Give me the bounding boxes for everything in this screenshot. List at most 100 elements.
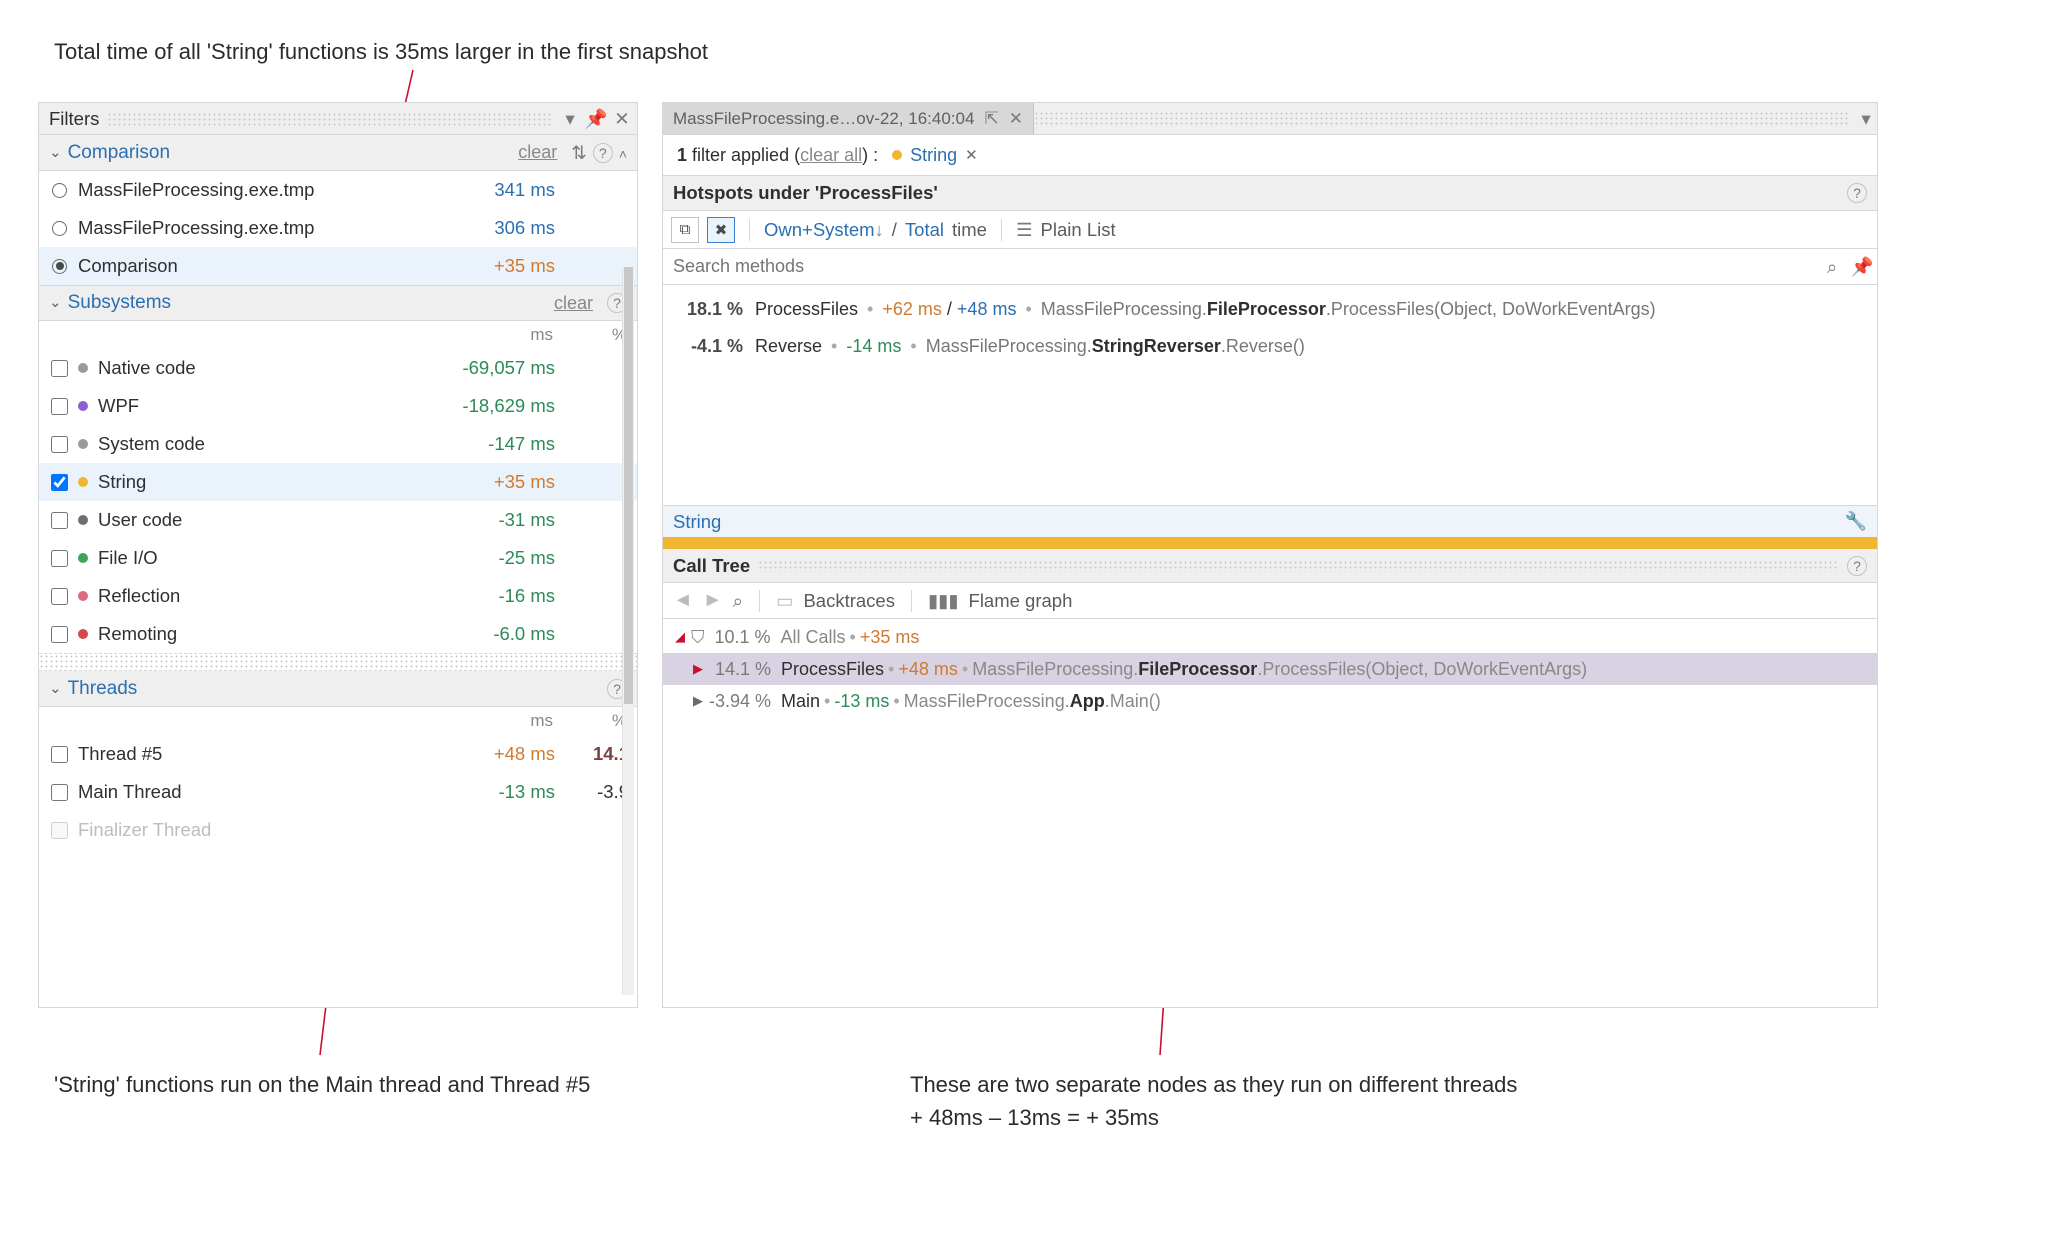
clear-all-link[interactable]: clear all	[800, 145, 862, 165]
tab-label: MassFileProcessing.e…ov-22, 16:40:04	[673, 109, 974, 129]
subsystem-color-dot	[78, 515, 88, 525]
subsystems-clear-link[interactable]: clear	[554, 293, 593, 314]
thread-value: -13 ms	[427, 781, 577, 803]
collapse-icon[interactable]: ◢	[673, 629, 687, 645]
subsystem-row[interactable]: WPF-18,629 ms	[39, 387, 637, 425]
pin-icon[interactable]: ⇱	[984, 109, 998, 129]
comparison-row[interactable]: MassFileProcessing.exe.tmp341 ms	[39, 171, 637, 209]
flame-graph-button[interactable]: Flame graph	[969, 590, 1073, 612]
subsystem-value: -16 ms	[427, 585, 577, 607]
backtraces-button[interactable]: Backtraces	[803, 590, 895, 612]
thread-value: +48 ms	[427, 743, 577, 765]
close-icon[interactable]: ✕	[613, 110, 631, 128]
subsystem-row[interactable]: Reflection-16 ms	[39, 577, 637, 615]
call-tree-row[interactable]: ▶-3.94 %Main • -13 ms • MassFileProcessi…	[663, 685, 1877, 717]
annotation-bottom-right: These are two separate nodes as they run…	[910, 1068, 1517, 1134]
scroll-up-icon[interactable]	[619, 142, 627, 164]
settings-icon[interactable]: 🔧	[1845, 511, 1867, 532]
method-row[interactable]: -4.1 %Reverse • -14 ms • MassFileProcess…	[663, 328, 1877, 365]
radio-button[interactable]	[52, 183, 67, 198]
subsystem-row[interactable]: System code-147 ms	[39, 425, 637, 463]
scrollbar[interactable]	[622, 267, 634, 995]
tree-row-class: App	[1070, 691, 1105, 712]
remove-filter-icon[interactable]: ✕	[965, 146, 978, 164]
subsystem-checkbox[interactable]	[51, 626, 68, 643]
close-icon[interactable]: ✕	[1009, 109, 1023, 129]
subsystems-section-header[interactable]: ⌄ Subsystems clear ?	[39, 285, 637, 321]
drag-grip[interactable]	[107, 112, 553, 126]
hotspots-toolbar: ⧉ ✖ Own+System↓ / Total time ☰ Plain Lis…	[663, 211, 1877, 249]
help-icon[interactable]: ?	[593, 143, 613, 163]
search-options-icon[interactable]: ⌕	[1817, 256, 1847, 278]
search-icon[interactable]: ⌕	[733, 590, 743, 612]
subsystem-row[interactable]: Remoting-6.0 ms	[39, 615, 637, 653]
subsystem-checkbox[interactable]	[51, 398, 68, 415]
comparison-row[interactable]: Comparison+35 ms	[39, 247, 637, 285]
method-name: Reverse	[755, 336, 822, 356]
subsystem-value: -18,629 ms	[427, 395, 577, 417]
subsystem-row[interactable]: Native code-69,057 ms	[39, 349, 637, 387]
filter-count: 1	[677, 145, 687, 165]
pin-icon[interactable]: 📌	[587, 110, 605, 128]
tree-root-row[interactable]: ◢ ⛉ 10.1 % All Calls • +35 ms	[663, 621, 1877, 653]
radio-button[interactable]	[52, 259, 67, 274]
expand-icon[interactable]: ▶	[691, 693, 705, 709]
subsystem-checkbox[interactable]	[51, 436, 68, 453]
comparison-row[interactable]: MassFileProcessing.exe.tmp306 ms	[39, 209, 637, 247]
list-view-icon[interactable]: ☰	[1016, 219, 1033, 241]
backtrace-icon[interactable]: ▭	[776, 590, 793, 612]
resize-grip[interactable]	[39, 653, 637, 671]
subsystem-row[interactable]: File I/O-25 ms	[39, 539, 637, 577]
plain-list-button[interactable]: Plain List	[1041, 219, 1116, 241]
tree-root-pct: 10.1 %	[705, 627, 781, 648]
subsystem-row[interactable]: String+35 ms	[39, 463, 637, 501]
thread-row[interactable]: Thread #5+48 ms14.1	[39, 735, 637, 773]
subsystem-checkbox[interactable]	[51, 474, 68, 491]
subsystem-checkbox[interactable]	[51, 360, 68, 377]
threads-column-headers: ms %	[39, 707, 637, 735]
drag-grip[interactable]	[1034, 111, 1849, 126]
sort-icon[interactable]: ⇅	[571, 142, 587, 164]
subsystem-checkbox[interactable]	[51, 550, 68, 567]
subsystem-checkbox[interactable]	[51, 588, 68, 605]
expand-icon[interactable]: ▶	[691, 661, 705, 677]
total-column[interactable]: Total	[905, 219, 944, 241]
subsystem-row[interactable]: User code-31 ms	[39, 501, 637, 539]
filter-chip-label[interactable]: String	[910, 145, 957, 166]
method-list: 18.1 %ProcessFiles • +62 ms / +48 ms • M…	[663, 285, 1877, 505]
threads-section-header[interactable]: ⌄ Threads ?	[39, 671, 637, 707]
radio-button[interactable]	[52, 221, 67, 236]
search-input[interactable]	[663, 249, 1817, 284]
own-system-column[interactable]: Own+System↓	[764, 219, 884, 241]
subsystem-label: Native code	[98, 357, 427, 379]
comparison-section-header[interactable]: ⌄ Comparison clear ⇅ ?	[39, 135, 637, 171]
subsystem-value: -31 ms	[427, 509, 577, 531]
subsystem-label: WPF	[98, 395, 427, 417]
filter-icon[interactable]: ✖	[707, 217, 735, 243]
tab-snapshot[interactable]: MassFileProcessing.e…ov-22, 16:40:04 ⇱ ✕	[663, 103, 1034, 134]
comparison-clear-link[interactable]: clear	[518, 142, 557, 163]
dropdown-icon[interactable]: ▾	[561, 110, 579, 128]
subsystem-label: String	[98, 471, 427, 493]
help-icon[interactable]: ?	[1847, 183, 1867, 203]
thread-row[interactable]: Main Thread-13 ms-3.9	[39, 773, 637, 811]
subsystem-value: +35 ms	[427, 471, 577, 493]
subsystem-color-dot	[78, 477, 88, 487]
nav-back-icon[interactable]: ◄	[673, 589, 693, 612]
nav-forward-icon[interactable]: ►	[703, 589, 723, 612]
pin-icon[interactable]: 📌	[1847, 256, 1877, 278]
thread-checkbox[interactable]	[51, 746, 68, 763]
group-icon[interactable]: ⧉	[671, 217, 699, 243]
call-tree-row[interactable]: ▶14.1 %ProcessFiles • +48 ms • MassFileP…	[663, 653, 1877, 685]
dropdown-icon[interactable]: ▾	[1855, 103, 1877, 134]
help-icon[interactable]: ?	[1847, 556, 1867, 576]
subsystem-color-dot	[78, 629, 88, 639]
tree-row-delta: -13 ms	[834, 691, 889, 712]
thread-checkbox[interactable]	[51, 784, 68, 801]
subsystem-label: User code	[98, 509, 427, 531]
flame-icon[interactable]: ▮▮▮	[928, 590, 959, 612]
call-tree: ◢ ⛉ 10.1 % All Calls • +35 ms ▶14.1 %Pro…	[663, 619, 1877, 725]
calltree-toolbar: ◄ ► ⌕ ▭ Backtraces ▮▮▮ Flame graph	[663, 583, 1877, 619]
method-row[interactable]: 18.1 %ProcessFiles • +62 ms / +48 ms • M…	[663, 291, 1877, 328]
subsystem-checkbox[interactable]	[51, 512, 68, 529]
